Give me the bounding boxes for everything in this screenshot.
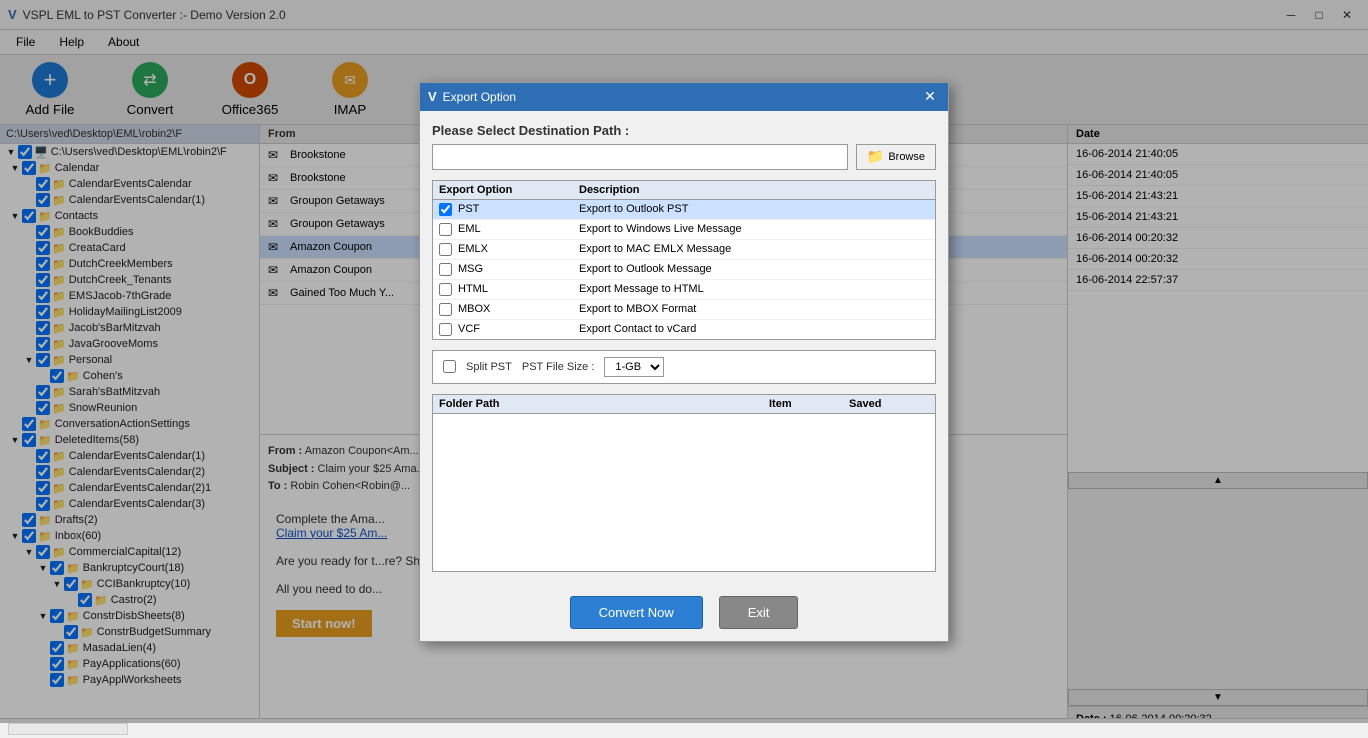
export-option-checkbox[interactable] bbox=[439, 283, 452, 296]
export-option-desc: Export to Outlook PST bbox=[579, 203, 929, 215]
export-option-desc: Export Message to HTML bbox=[579, 283, 929, 295]
export-option-checkbox[interactable] bbox=[439, 303, 452, 316]
destination-path-input[interactable] bbox=[432, 144, 848, 170]
export-option-name: MSG bbox=[458, 263, 483, 275]
export-option-row[interactable]: EMLX Export to MAC EMLX Message bbox=[433, 240, 935, 260]
export-option-desc: Export to Outlook Message bbox=[579, 263, 929, 275]
export-option-name: HTML bbox=[458, 283, 488, 295]
export-row-label: VCF bbox=[439, 323, 579, 336]
export-option-name: VCF bbox=[458, 323, 480, 335]
modal-title: Export Option bbox=[443, 90, 516, 104]
export-option-desc: Export to MBOX Format bbox=[579, 303, 929, 315]
exit-button[interactable]: Exit bbox=[719, 596, 799, 629]
export-option-checkbox[interactable] bbox=[439, 243, 452, 256]
modal-titlebar-left: V Export Option bbox=[428, 89, 516, 104]
export-option-checkbox[interactable] bbox=[439, 323, 452, 336]
export-option-name: MBOX bbox=[458, 303, 490, 315]
export-option-modal: V Export Option ✕ Please Select Destinat… bbox=[419, 82, 949, 642]
export-row-label: MSG bbox=[439, 263, 579, 276]
export-option-row[interactable]: EML Export to Windows Live Message bbox=[433, 220, 935, 240]
split-pst-section: Split PST PST File Size : 1-GB2-GB4-GB bbox=[432, 350, 936, 384]
modal-overlay: V Export Option ✕ Please Select Destinat… bbox=[0, 0, 1368, 723]
export-col1-header: Export Option bbox=[439, 184, 579, 196]
horizontal-scrollbar[interactable] bbox=[8, 723, 128, 735]
path-row: 📁 Browse bbox=[432, 144, 936, 170]
export-table-header: Export Option Description bbox=[433, 181, 935, 200]
browse-button[interactable]: 📁 Browse bbox=[856, 144, 936, 170]
export-option-row[interactable]: VCF Export Contact to vCard bbox=[433, 320, 935, 340]
folder-table-body bbox=[433, 414, 935, 571]
export-row-label: PST bbox=[439, 203, 579, 216]
export-option-name: EML bbox=[458, 223, 481, 235]
export-row-label: EMLX bbox=[439, 243, 579, 256]
export-option-checkbox[interactable] bbox=[439, 203, 452, 216]
export-option-row[interactable]: HTML Export Message to HTML bbox=[433, 280, 935, 300]
convert-now-button[interactable]: Convert Now bbox=[570, 596, 703, 629]
modal-titlebar: V Export Option ✕ bbox=[420, 83, 948, 111]
modal-body: Please Select Destination Path : 📁 Brows… bbox=[420, 111, 948, 584]
export-option-row[interactable]: PST Export to Outlook PST bbox=[433, 200, 935, 220]
path-label: Please Select Destination Path : bbox=[432, 123, 936, 138]
export-option-checkbox[interactable] bbox=[439, 263, 452, 276]
export-option-desc: Export Contact to vCard bbox=[579, 323, 929, 335]
folder-col1-header: Folder Path bbox=[439, 398, 769, 410]
folder-browse-icon: 📁 bbox=[867, 148, 884, 165]
export-option-desc: Export to MAC EMLX Message bbox=[579, 243, 929, 255]
export-col2-header: Description bbox=[579, 184, 929, 196]
modal-close-button[interactable]: ✕ bbox=[920, 87, 940, 107]
path-section: Please Select Destination Path : 📁 Brows… bbox=[432, 123, 936, 170]
browse-label: Browse bbox=[888, 151, 925, 163]
export-option-name: EMLX bbox=[458, 243, 488, 255]
folder-col2-header: Item bbox=[769, 398, 849, 410]
folder-col3-header: Saved bbox=[849, 398, 929, 410]
split-size-select[interactable]: 1-GB2-GB4-GB bbox=[604, 357, 664, 377]
export-option-row[interactable]: MBOX Export to MBOX Format bbox=[433, 300, 935, 320]
modal-footer: Convert Now Exit bbox=[420, 584, 948, 641]
export-option-row[interactable]: MSG Export to Outlook Message bbox=[433, 260, 935, 280]
export-rows-container: PST Export to Outlook PST EML Export to … bbox=[433, 200, 935, 340]
export-options-table: Export Option Description PST Export to … bbox=[432, 180, 936, 340]
split-size-label: PST File Size : bbox=[522, 361, 595, 373]
export-row-label: HTML bbox=[439, 283, 579, 296]
export-row-label: MBOX bbox=[439, 303, 579, 316]
export-option-desc: Export to Windows Live Message bbox=[579, 223, 929, 235]
export-option-checkbox[interactable] bbox=[439, 223, 452, 236]
export-option-name: PST bbox=[458, 203, 479, 215]
folder-path-table: Folder Path Item Saved bbox=[432, 394, 936, 572]
split-pst-label: Split PST bbox=[466, 361, 512, 373]
export-row-label: EML bbox=[439, 223, 579, 236]
split-pst-checkbox[interactable] bbox=[443, 360, 456, 373]
folder-table-header: Folder Path Item Saved bbox=[433, 395, 935, 414]
modal-title-icon: V bbox=[428, 89, 437, 104]
